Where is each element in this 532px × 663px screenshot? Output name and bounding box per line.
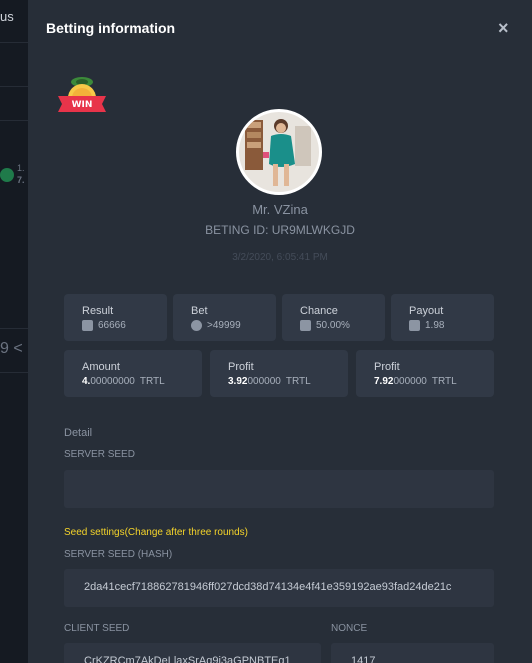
- profit-bold: 3.92: [228, 376, 248, 387]
- dice-icon: [82, 320, 93, 331]
- result-label: Result: [82, 305, 114, 317]
- bet-date: 3/2/2020, 6:05:41 PM: [232, 252, 328, 263]
- client-seed-field[interactable]: CrKZRCm7AkDeLlaxSrAq9i3aGPNBTEq1: [64, 643, 321, 663]
- client-seed-value: CrKZRCm7AkDeLlaxSrAq9i3aGPNBTEq1: [84, 655, 291, 663]
- profit-total-rest: 000000: [393, 376, 427, 387]
- detail-heading: Detail: [64, 427, 93, 439]
- bet-label: Bet: [191, 305, 208, 317]
- bet-value-row: >49999: [191, 320, 241, 331]
- profit-total-label: Profit: [374, 361, 400, 373]
- amount-label: Amount: [82, 361, 120, 373]
- payout-value-row: 1.98: [409, 320, 444, 331]
- server-seed-field[interactable]: [64, 470, 494, 508]
- chance-value-row: 50.00%: [300, 320, 350, 331]
- server-seed-hash-value: 2da41cecf718862781946ff027dcd38d74134e4f…: [84, 581, 452, 593]
- divider: [0, 86, 28, 87]
- percent-icon: [300, 320, 311, 331]
- status-dot: [0, 168, 14, 182]
- client-seed-label: CLIENT SEED: [64, 623, 130, 634]
- betting-info-modal: Betting information × WIN Mr. VZina BETI…: [28, 0, 532, 663]
- bet-card: Bet >49999: [173, 294, 276, 341]
- divider: [0, 42, 28, 43]
- result-value: 66666: [98, 320, 126, 331]
- amount-card: Amount 4.00000000 TRTL: [64, 350, 202, 397]
- payout-label: Payout: [409, 305, 444, 317]
- profit-total-value: 7.92000000 TRTL: [374, 376, 457, 387]
- server-seed-hash-field[interactable]: 2da41cecf718862781946ff027dcd38d74134e4f…: [64, 569, 494, 607]
- result-card: Result 66666: [64, 294, 167, 341]
- amount-value: 4.00000000 TRTL: [82, 376, 165, 387]
- avatar: [236, 109, 322, 195]
- chance-value: 50.00%: [316, 320, 350, 331]
- server-seed-hash-label: SERVER SEED (HASH): [64, 549, 173, 560]
- seed-settings-heading: Seed settings(Change after three rounds): [64, 527, 248, 538]
- server-seed-label: SERVER SEED: [64, 449, 135, 460]
- background-side-text: 1.: [17, 163, 25, 173]
- betting-id: BETING ID: UR9MLWKGJD: [205, 223, 355, 237]
- profit-value: 3.92000000 TRTL: [228, 376, 311, 387]
- payout-icon: [409, 320, 420, 331]
- profit-total-bold: 7.92: [374, 376, 394, 387]
- background-page: us 1. 7. 9 <: [0, 0, 28, 663]
- background-side-text: 9 <: [0, 340, 23, 357]
- close-icon[interactable]: ×: [498, 18, 509, 39]
- profit-card: Profit 3.92000000 TRTL: [210, 350, 348, 397]
- nonce-value: 1417: [351, 655, 376, 663]
- nonce-label: NONCE: [331, 623, 368, 634]
- bet-value: >49999: [207, 320, 241, 331]
- win-badge-icon: WIN: [56, 74, 108, 116]
- payout-card: Payout 1.98: [391, 294, 494, 341]
- divider: [0, 372, 28, 373]
- profit-rest: 000000: [247, 376, 281, 387]
- background-side-text: 7.: [17, 175, 25, 185]
- user-name: Mr. VZina: [252, 202, 308, 217]
- background-nav-text: us: [0, 9, 14, 24]
- payout-value: 1.98: [425, 320, 445, 331]
- coin-icon: [191, 320, 202, 331]
- chance-label: Chance: [300, 305, 338, 317]
- chance-card: Chance 50.00%: [282, 294, 385, 341]
- divider: [0, 120, 28, 121]
- profit-label: Profit: [228, 361, 254, 373]
- profit-total-unit: TRTL: [431, 376, 457, 387]
- divider: [0, 328, 28, 329]
- result-value-row: 66666: [82, 320, 126, 331]
- profit-total-card: Profit 7.92000000 TRTL: [356, 350, 494, 397]
- amount-unit: TRTL: [139, 376, 165, 387]
- amount-rest: 00000000: [90, 376, 135, 387]
- win-badge-text: WIN: [72, 100, 93, 110]
- modal-title: Betting information: [46, 20, 176, 36]
- nonce-field[interactable]: 1417: [331, 643, 494, 663]
- profit-unit: TRTL: [285, 376, 311, 387]
